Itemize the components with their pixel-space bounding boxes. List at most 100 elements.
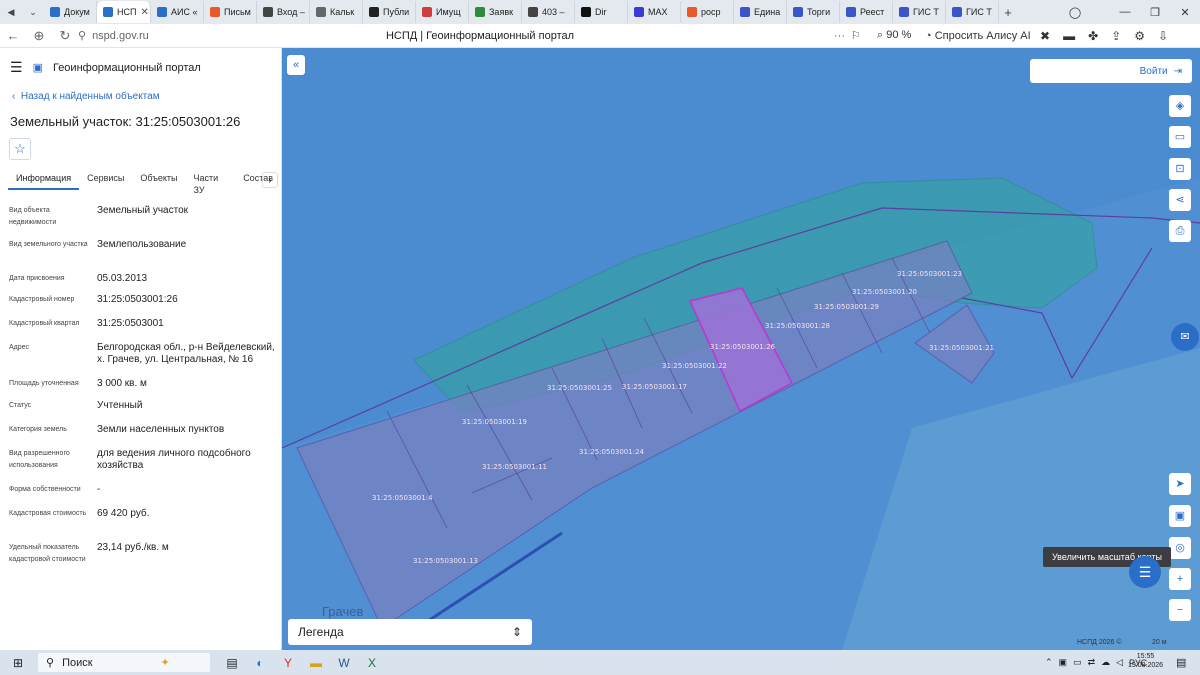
ruler-icon[interactable]: ▭ xyxy=(1169,126,1191,148)
task-view-icon[interactable]: ▤ xyxy=(218,656,246,670)
browser-tab[interactable]: ГИС Т xyxy=(893,1,946,23)
browser-tab[interactable]: Кальк xyxy=(310,1,363,23)
share-icon[interactable]: ⇪ xyxy=(1111,29,1121,43)
parcel-label[interactable]: 31:25:0503001:29 xyxy=(814,303,879,311)
info-tab[interactable]: Сервисы xyxy=(79,172,132,190)
legend-dropdown[interactable]: Легенда ⇕ xyxy=(288,619,532,645)
browser-tab[interactable]: MAX xyxy=(628,1,681,23)
clock[interactable]: 15:55 19.08.2026 xyxy=(1128,652,1163,670)
extensions-icon[interactable]: ✖ xyxy=(1040,29,1050,43)
tabs-menu-icon[interactable]: ⌄ xyxy=(22,1,44,23)
bookmark-icon[interactable]: ⚐ xyxy=(851,29,861,42)
collapse-panel-icon[interactable]: « xyxy=(287,55,305,75)
geolocation-icon[interactable]: ◎ xyxy=(1169,537,1191,559)
display-icon[interactable]: ▭ xyxy=(1073,657,1082,668)
locate-icon[interactable]: ➤ xyxy=(1169,473,1191,495)
parcel-label[interactable]: 31:25:0503001:19 xyxy=(462,418,527,426)
browser-tab[interactable]: 403 – xyxy=(522,1,575,23)
property-row: Дата присвоения 05.03.2013 xyxy=(9,273,279,285)
download-icon[interactable]: ⇩ xyxy=(1158,29,1168,43)
windows-start-icon[interactable]: ⊞ xyxy=(4,656,32,670)
browser-tab[interactable]: Едина xyxy=(734,1,787,23)
parcel-label[interactable]: 31:25:0503001:20 xyxy=(852,288,917,296)
browser-tab[interactable]: ГИС Т xyxy=(946,1,999,23)
usb-icon[interactable]: ⇄ xyxy=(1088,657,1096,668)
notifications-icon[interactable]: ▤ xyxy=(1176,656,1186,669)
back-arrow-icon[interactable]: ← xyxy=(0,28,26,43)
info-tab[interactable]: Части ЗУ xyxy=(186,172,236,195)
url-field[interactable]: nspd.gov.ru xyxy=(92,30,149,42)
favorite-star-icon[interactable]: ☆ xyxy=(9,138,31,160)
browser-tab[interactable]: Реест xyxy=(840,1,893,23)
taskbar-search[interactable]: ⚲ Поиск ✦ xyxy=(38,653,210,672)
parcel-label[interactable]: 31:25:0503001:21 xyxy=(929,344,994,352)
parcel-label[interactable]: 31:25:0503001:24 xyxy=(579,448,645,456)
edge-icon[interactable]: ◐ xyxy=(246,656,274,670)
zoom-level[interactable]: ⌕ 90 % xyxy=(877,29,911,42)
menu-icon[interactable]: ☰ xyxy=(10,59,23,76)
settings-icon[interactable]: ⚙ xyxy=(1134,29,1145,43)
yandex-browser-icon[interactable]: Y xyxy=(274,656,302,670)
browser-tab[interactable]: Вход – xyxy=(257,1,310,23)
word-icon[interactable]: W xyxy=(330,656,358,670)
chevron-up-icon[interactable]: ⌃ xyxy=(1045,657,1053,668)
back-to-results-link[interactable]: ‹ Назад к найденным объектам xyxy=(12,91,160,102)
excel-icon[interactable]: X xyxy=(358,656,386,670)
browser-tab[interactable]: Торги xyxy=(787,1,840,23)
favicon-icon xyxy=(422,7,432,17)
print-icon[interactable]: ⎙ xyxy=(1169,220,1191,242)
layers-icon[interactable]: ◈ xyxy=(1169,95,1191,117)
browser-tab[interactable]: Dir xyxy=(575,1,628,23)
parcel-label[interactable]: 31:25:0503001:11 xyxy=(482,463,547,471)
profile-icon[interactable]: ◯ xyxy=(1060,0,1090,24)
info-tab[interactable]: Информация xyxy=(8,172,80,190)
browser-tab[interactable]: НСП ✕ xyxy=(97,1,151,23)
parcel-label[interactable]: 31:25:0503001:26 xyxy=(710,343,776,351)
property-value: Белгородская обл., р-н Вейделевский, х. … xyxy=(97,342,275,365)
parcel-label[interactable]: 31:25:0503001:23 xyxy=(897,270,962,278)
parcel-label[interactable]: 31:25:0503001:22 xyxy=(662,362,727,370)
login-button[interactable]: Войти ⇥ xyxy=(1030,59,1192,83)
file-explorer-icon[interactable]: ▬ xyxy=(302,656,330,670)
info-tab[interactable]: Объекты xyxy=(132,172,185,190)
network-manager-icon[interactable]: ▣ xyxy=(1059,657,1068,668)
collections-icon[interactable]: ▬ xyxy=(1063,29,1075,43)
minimize-icon[interactable]: — xyxy=(1110,0,1140,24)
minimap-icon[interactable]: ▣ xyxy=(1169,505,1191,527)
close-icon[interactable]: ✕ xyxy=(1170,0,1200,24)
browser-tab[interactable]: Имущ xyxy=(416,1,469,23)
wifi-icon[interactable]: ☁ xyxy=(1101,657,1110,668)
tabs-next-icon[interactable]: › xyxy=(262,172,278,188)
puzzle-icon[interactable]: ✤ xyxy=(1088,29,1098,43)
property-row: Кадастровый номер 31:25:0503001:26 xyxy=(9,294,279,306)
close-tab-icon[interactable]: ✕ xyxy=(140,7,148,18)
browser-tab[interactable]: Докум xyxy=(44,1,97,23)
parcel-label[interactable]: 31:25:0503001:28 xyxy=(765,322,830,330)
alisa-button[interactable]: ◔ Спросить Алису AI xyxy=(925,30,1031,42)
parcel-label[interactable]: 31:25:0503001:17 xyxy=(622,383,687,391)
browser-tab[interactable]: Заявк xyxy=(469,1,522,23)
assistant-icon[interactable]: ✉ xyxy=(1171,323,1199,351)
browser-tab[interactable]: Письм xyxy=(204,1,257,23)
browser-tab[interactable]: Публи xyxy=(363,1,416,23)
browser-tab[interactable]: АИС « xyxy=(151,1,204,23)
favicon-icon xyxy=(581,7,591,17)
parcel-label[interactable]: 31:25:0503001:25 xyxy=(547,384,612,392)
zoom-out-button[interactable]: − xyxy=(1169,599,1191,621)
map-scale: 20 м xyxy=(1152,639,1167,646)
shield-icon[interactable]: ⊕ xyxy=(26,28,52,44)
chat-icon[interactable]: ☰ xyxy=(1129,556,1161,588)
sidebar-toggle-icon[interactable]: ◀ xyxy=(0,1,22,23)
volume-icon[interactable]: ◁ xyxy=(1116,657,1123,668)
parcel-label[interactable]: 31:25:0503001:13 xyxy=(413,557,478,565)
browser-tab[interactable]: роср xyxy=(681,1,734,23)
share-map-icon[interactable]: ⋖ xyxy=(1169,189,1191,211)
parcel-label[interactable]: 31:25:0503001:4 xyxy=(372,494,433,502)
new-tab-button[interactable]: + xyxy=(999,5,1017,20)
zoom-in-button[interactable]: + xyxy=(1169,568,1191,590)
maximize-icon[interactable]: ❐ xyxy=(1140,0,1170,24)
reload-icon[interactable]: ↻ xyxy=(52,28,78,44)
select-area-icon[interactable]: ⊡ xyxy=(1169,158,1191,180)
map-area[interactable]: Грачев 31:25:0503001:23 31:25:0503001:20 3… xyxy=(282,48,1200,650)
more-icon[interactable]: ··· xyxy=(834,30,845,42)
